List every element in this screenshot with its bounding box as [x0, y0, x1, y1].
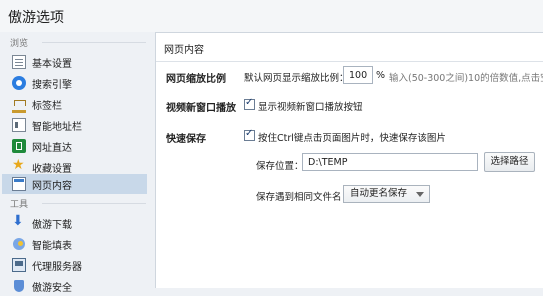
zoom-hint: 输入(50-300之间)10的倍数值,点击空白处: [389, 73, 543, 84]
conflict-mode-select[interactable]: 自动更名保存: [343, 185, 430, 203]
title-bar: 傲游选项: [0, 0, 543, 32]
sidebar-item-webpage-content[interactable]: 网页内容: [2, 174, 147, 194]
quicksave-checkbox[interactable]: [244, 128, 255, 141]
section-label-tools: 工具: [10, 200, 29, 210]
sidebar-item-label: 基本设置: [32, 58, 72, 70]
zoom-unit: %: [376, 70, 386, 81]
sidebar-item-label: 智能地址栏: [32, 121, 82, 133]
save-location-input[interactable]: D:\TEMP: [302, 153, 478, 171]
section-divider: [42, 203, 146, 204]
sidebar-item-label: 智能填表: [32, 240, 72, 252]
sidebar-item-address-bar[interactable]: 智能地址栏: [2, 115, 147, 135]
sidebar-item-search-engine[interactable]: 搜索引擎: [2, 73, 147, 93]
search-engine-icon: [12, 76, 26, 90]
video-label: 视频新窗口播放: [166, 103, 236, 114]
address-bar-icon: [12, 118, 26, 132]
url-direct-icon: [12, 139, 26, 153]
save-location-label: 保存位置：: [256, 161, 304, 172]
sidebar-item-label: 标签栏: [32, 100, 62, 112]
choose-path-button[interactable]: 选择路径: [484, 152, 535, 172]
sidebar-item-smart-fill[interactable]: 智能填表: [2, 234, 147, 254]
sidebar-item-label: 网址直达: [32, 142, 72, 154]
video-newwindow-checkbox-label: 显示视频新窗口播放按钮: [258, 102, 363, 113]
section-divider: [42, 42, 146, 43]
sidebar-item-download[interactable]: 傲游下载: [2, 213, 147, 233]
sidebar-item-label: 傲游下载: [32, 219, 72, 231]
content-title: 网页内容: [164, 45, 204, 56]
webpage-content-icon: [12, 177, 26, 191]
conflict-mode-value: 自动更名保存: [350, 188, 408, 199]
settings-list-icon: [12, 55, 26, 69]
sidebar-item-security[interactable]: 傲游安全: [2, 276, 147, 296]
sidebar-item-label: 搜索引擎: [32, 79, 72, 91]
quicksave-label: 快速保存: [166, 134, 206, 145]
zoom-value-input[interactable]: 100: [343, 66, 373, 84]
content-divider: [156, 61, 543, 62]
sidebar-item-proxy[interactable]: 代理服务器: [2, 255, 147, 275]
sidebar-item-url-direct[interactable]: 网址直达: [2, 136, 147, 156]
quicksave-checkbox-label: 按住Ctrl键点击页面图片时，快速保存该图片: [258, 133, 446, 144]
download-arrow-icon: [12, 213, 26, 230]
video-newwindow-checkbox[interactable]: [244, 97, 255, 110]
chevron-down-icon: [416, 192, 424, 197]
favorites-star-icon: [12, 157, 26, 174]
security-shield-icon: [12, 279, 26, 293]
sidebar-item-label: 傲游安全: [32, 282, 72, 294]
proxy-server-icon: [12, 258, 26, 272]
sidebar-item-basic-settings[interactable]: 基本设置: [2, 52, 147, 72]
section-label-browse: 浏览: [10, 39, 29, 49]
sidebar: 浏览 基本设置 搜索引擎 标签栏 智能地址栏 网址直达 收藏设置 网页内容 工具…: [0, 32, 153, 294]
sidebar-item-label: 网页内容: [32, 180, 72, 192]
app-title: 傲游选项: [8, 10, 64, 26]
zoom-description: 默认网页显示缩放比例：: [244, 73, 349, 84]
sidebar-item-tab-bar[interactable]: 标签栏: [2, 94, 147, 114]
smart-fill-icon: [12, 237, 26, 251]
tab-bar-icon: [12, 96, 26, 113]
sidebar-item-label: 代理服务器: [32, 261, 82, 273]
conflict-label: 保存遇到相同文件名：: [256, 192, 352, 203]
sidebar-item-label: 收藏设置: [32, 163, 72, 175]
zoom-label: 网页缩放比例: [166, 74, 226, 85]
content-panel: 网页内容 网页缩放比例 默认网页显示缩放比例： 100 % 输入(50-300之…: [155, 32, 543, 288]
